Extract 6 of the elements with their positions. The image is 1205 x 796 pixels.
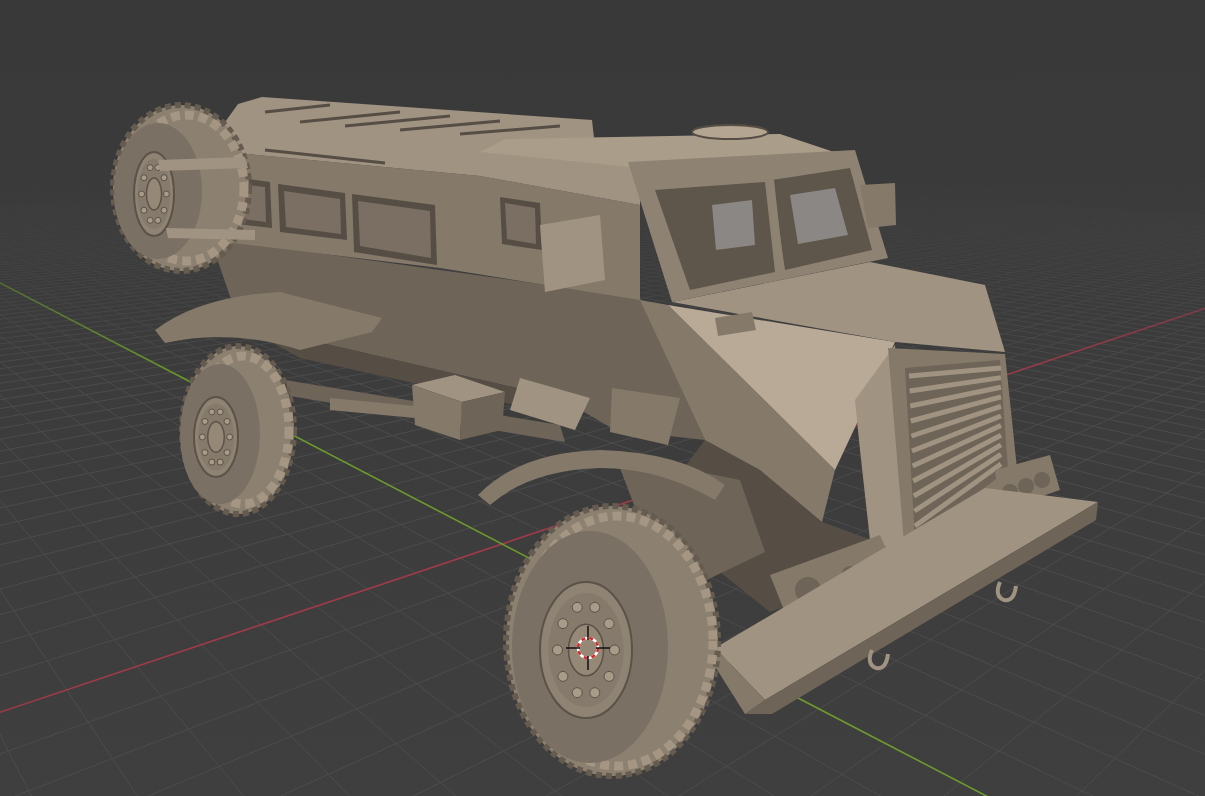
tow-hook xyxy=(867,649,890,671)
tow-hook xyxy=(995,581,1018,603)
side-mirror xyxy=(860,183,896,228)
side-window xyxy=(278,184,347,240)
step xyxy=(610,388,680,445)
side-window xyxy=(500,197,542,250)
